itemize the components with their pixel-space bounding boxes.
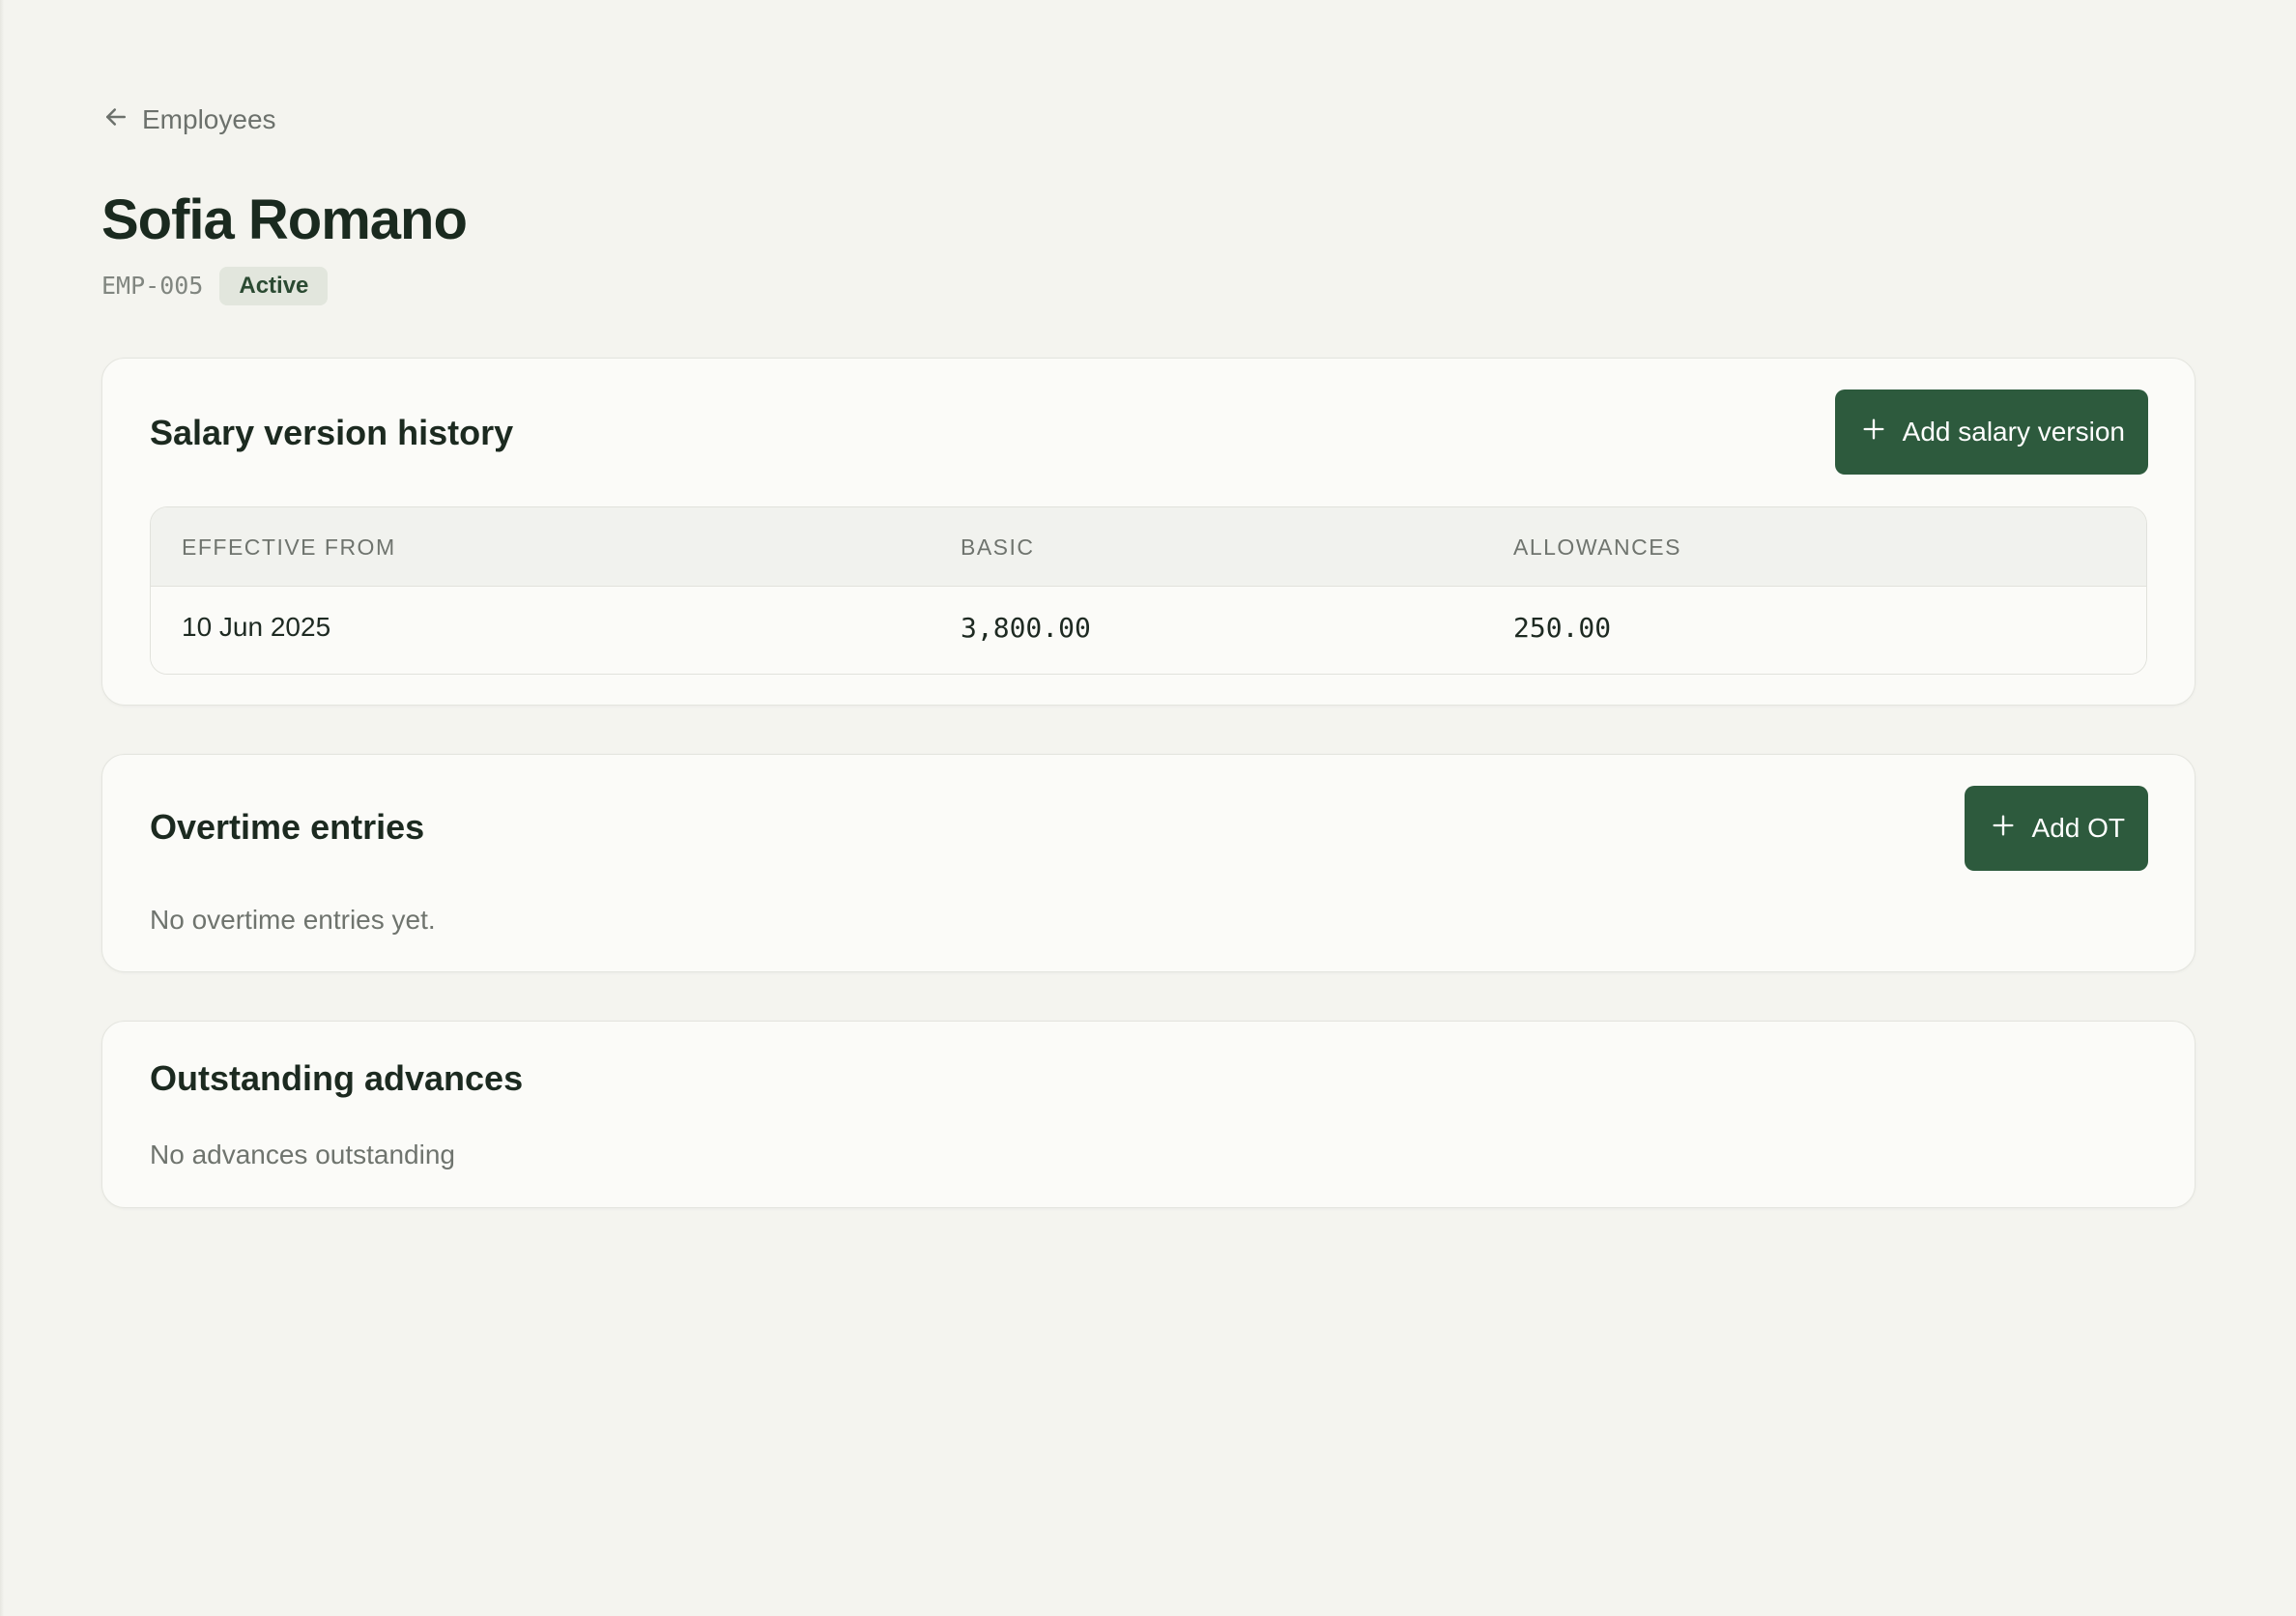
- back-link-label: Employees: [142, 104, 276, 134]
- add-ot-label: Add OT: [2031, 813, 2125, 843]
- salary-table-header: EFFECTIVE FROM BASIC ALLOWANCES: [151, 507, 2146, 587]
- left-edge-shadow: [0, 0, 4, 1616]
- main-content: Employees Sofia Romano EMP-005 Active Sa…: [101, 101, 2196, 1208]
- add-salary-version-label: Add salary version: [1902, 417, 2125, 447]
- arrow-left-icon: [101, 102, 130, 138]
- plus-icon: [1990, 812, 2017, 846]
- advances-title: Outstanding advances: [150, 1058, 524, 1098]
- table-row: 10 Jun 2025 3,800.00 250.00: [151, 587, 2146, 674]
- salary-history-card: Salary version history Add salary versio…: [101, 358, 2196, 706]
- column-header-allowances: ALLOWANCES: [1513, 534, 1681, 560]
- employee-id: EMP-005: [101, 272, 204, 301]
- back-to-employees-link[interactable]: Employees: [101, 101, 276, 139]
- overtime-title: Overtime entries: [150, 807, 425, 847]
- column-header-basic: BASIC: [961, 534, 1035, 560]
- cell-allowances: 250.00: [1513, 612, 1612, 644]
- page: Employees Sofia Romano EMP-005 Active Sa…: [0, 0, 2296, 1616]
- add-salary-version-button[interactable]: Add salary version: [1834, 390, 2148, 475]
- overtime-card: Overtime entries Add OT No overtime entr…: [101, 754, 2196, 972]
- salary-history-title: Salary version history: [150, 413, 514, 452]
- column-header-effective-from: EFFECTIVE FROM: [182, 534, 396, 560]
- overtime-empty-message: No overtime entries yet.: [150, 905, 436, 935]
- salary-table: EFFECTIVE FROM BASIC ALLOWANCES 10 Jun 2…: [150, 506, 2147, 675]
- status-badge: Active: [219, 266, 329, 305]
- cell-effective-from: 10 Jun 2025: [182, 612, 331, 642]
- page-title: Sofia Romano: [101, 188, 468, 251]
- add-ot-button[interactable]: Add OT: [1964, 786, 2148, 871]
- advances-empty-message: No advances outstanding: [150, 1140, 455, 1169]
- cell-basic: 3,800.00: [961, 612, 1091, 644]
- plus-icon: [1860, 416, 1887, 449]
- advances-card: Outstanding advances No advances outstan…: [101, 1021, 2196, 1208]
- employee-meta: EMP-005 Active: [101, 266, 2196, 305]
